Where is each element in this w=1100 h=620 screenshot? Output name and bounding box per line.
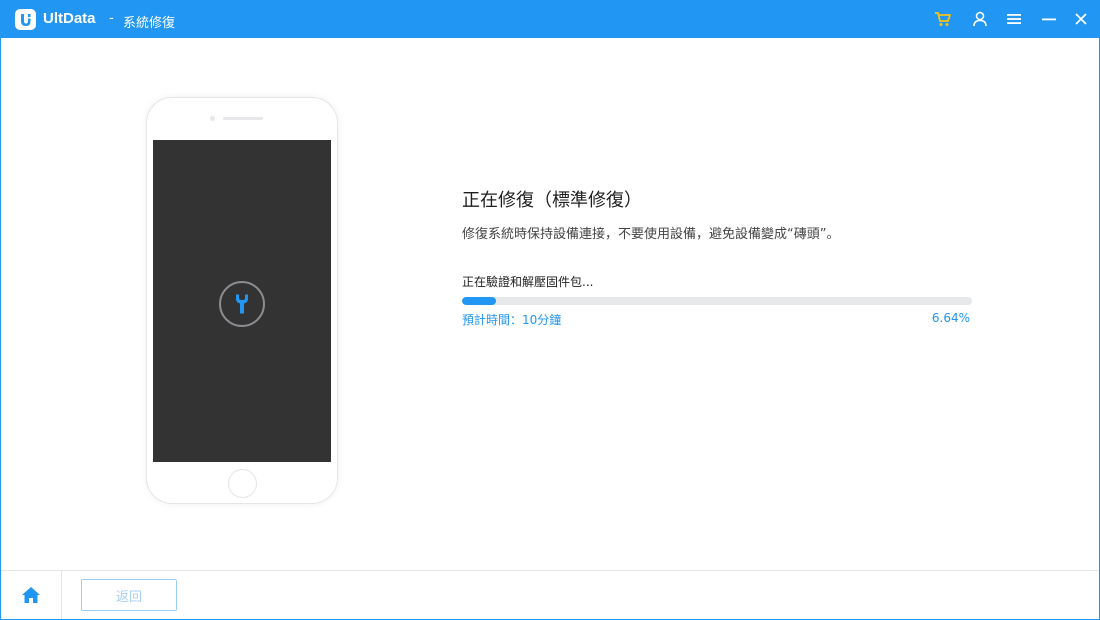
home-icon [22,587,40,603]
repair-indicator [219,281,265,327]
logo-icon [15,9,36,30]
progress-eta: 預計時間：10分鐘 [462,313,562,327]
close-button[interactable] [1071,9,1091,29]
footer-divider [1,570,1099,571]
wrench-icon [236,294,248,314]
phone-screen [153,140,331,462]
phone-home-button [228,469,257,498]
home-button[interactable] [1,571,62,619]
progress-bar [462,297,972,305]
title-separator: - [109,11,114,26]
progress-status: 正在驗證和解壓固件包... [462,275,594,289]
app-section-title: 系統修復 [123,16,176,31]
app-window: UltData - 系統修復 正在修復（標準修復） 修復系統時保持設備連接，不要… [0,0,1100,620]
progress-bar-fill [462,297,496,305]
app-name: UltData [43,10,96,27]
cart-button[interactable] [933,9,953,29]
minimize-icon [1042,18,1056,21]
phone-camera [210,116,215,121]
phone-illustration [146,97,338,504]
progress-percent: 6.64% [931,311,970,325]
menu-button[interactable] [1004,9,1024,29]
back-button[interactable]: 返回 [81,579,177,611]
page-title: 正在修復（標準修復） [462,190,642,211]
user-icon [973,11,987,27]
minimize-button[interactable] [1039,9,1059,29]
repair-description: 修復系統時保持設備連接，不要使用設備，避免設備變成“磚頭”。 [462,227,840,242]
cart-icon [935,12,951,26]
menu-icon [1007,14,1021,24]
title-bar: UltData - 系統修復 [1,1,1099,38]
account-button[interactable] [970,9,990,29]
close-icon [1075,13,1087,25]
phone-speaker [223,117,263,120]
